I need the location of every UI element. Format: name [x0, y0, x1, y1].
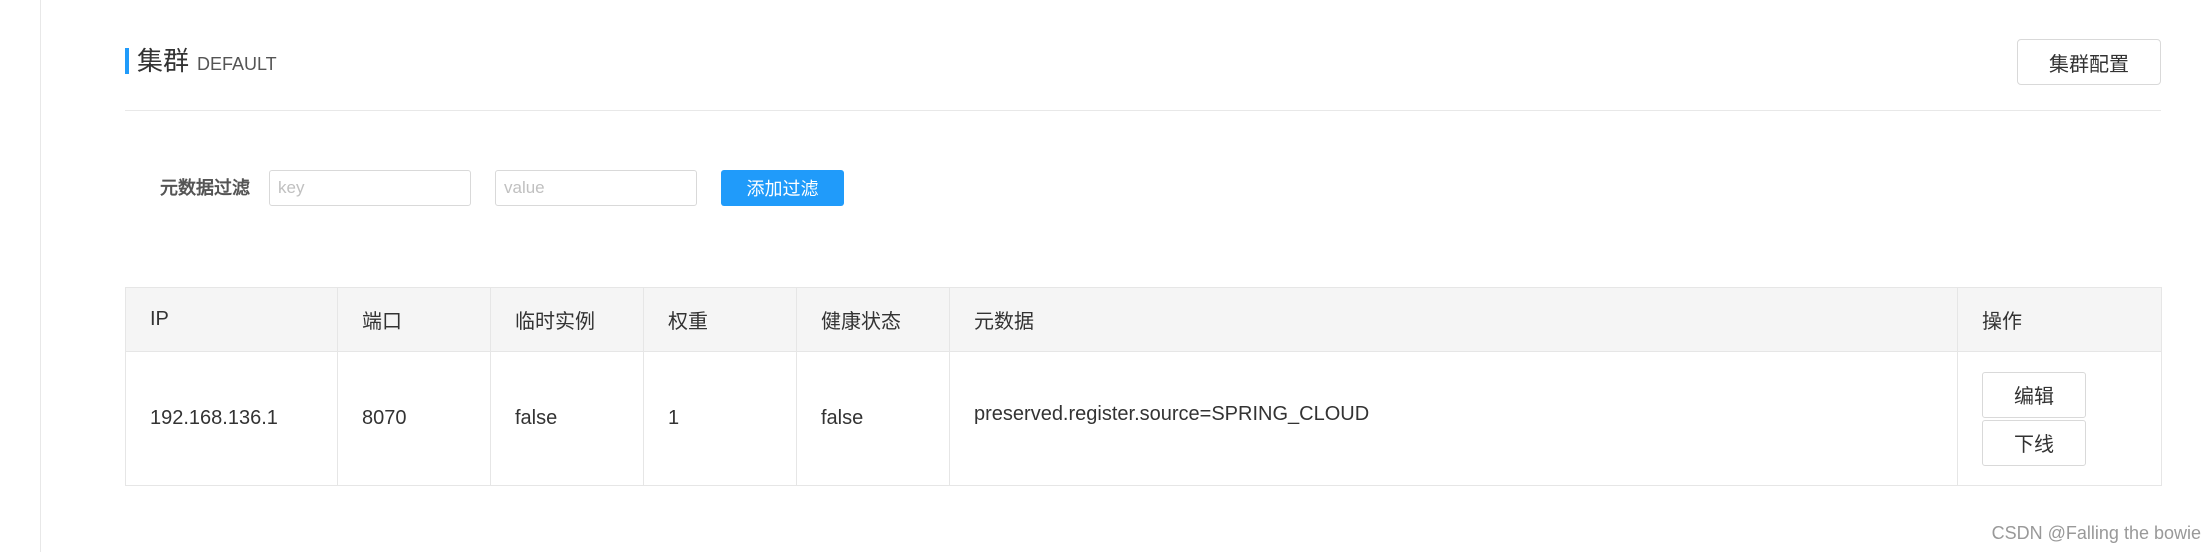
table-header-row: IP 端口 临时实例 权重 健康状态 元数据 操作 [125, 287, 2162, 352]
cluster-title: 集群 [137, 46, 190, 76]
column-header-ip: IP [125, 287, 338, 352]
metadata-filter-label: 元数据过滤 [160, 178, 250, 198]
column-header-ephemeral: 临时实例 [490, 287, 644, 352]
edit-button[interactable]: 编辑 [1982, 371, 2086, 418]
cell-healthy: false [796, 351, 950, 486]
instance-table: IP 端口 临时实例 权重 健康状态 元数据 操作 192.168.136.1 … [125, 287, 2162, 486]
column-header-healthy: 健康状态 [796, 287, 950, 352]
cell-weight: 1 [643, 351, 797, 486]
filter-value-input[interactable] [495, 170, 697, 206]
cell-operations: 编辑 下线 [1957, 351, 2162, 486]
cluster-title-accent-bar [125, 48, 129, 74]
cell-ephemeral: false [490, 351, 644, 486]
table-row: 192.168.136.1 8070 false 1 false preserv… [125, 351, 2162, 486]
cell-metadata: preserved.register.source=SPRING_CLOUD [949, 351, 1958, 486]
cluster-name: DEFAULT [197, 54, 277, 74]
column-header-weight: 权重 [643, 287, 797, 352]
column-header-operations: 操作 [1957, 287, 2162, 352]
column-header-port: 端口 [337, 287, 491, 352]
left-divider [40, 0, 41, 552]
watermark-text: CSDN @Falling the bowie [1991, 523, 2201, 543]
offline-button[interactable]: 下线 [1982, 419, 2086, 466]
column-header-metadata: 元数据 [949, 287, 1958, 352]
cell-port: 8070 [337, 351, 491, 486]
cluster-config-button[interactable]: 集群配置 [2017, 39, 2161, 85]
cell-ip: 192.168.136.1 [125, 351, 338, 486]
add-filter-button[interactable]: 添加过滤 [721, 170, 844, 206]
filter-key-input[interactable] [269, 170, 471, 206]
cluster-header: 集群 DEFAULT 集群配置 [125, 30, 2161, 111]
